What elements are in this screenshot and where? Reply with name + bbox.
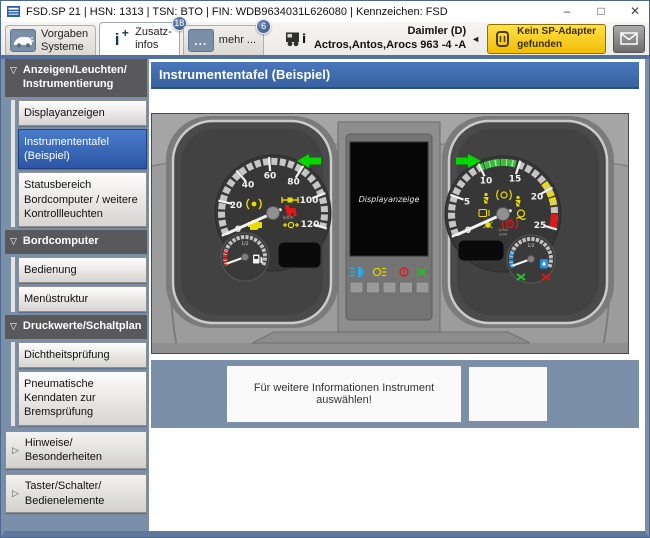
car-icon xyxy=(10,29,36,52)
speedometer-gauge[interactable]: 0 20 40 60 80 100 120 xyxy=(173,121,331,323)
display-label: Displayanzeige xyxy=(359,195,420,204)
tab-label: mehr ... xyxy=(219,34,256,47)
center-display[interactable]: Displayanzeige xyxy=(338,122,440,332)
sidebar-item-menuestruktur[interactable]: Menüstruktur xyxy=(18,286,147,312)
svg-text:1/min: 1/min xyxy=(498,228,508,232)
chevron-collapsed-icon: ▷ xyxy=(12,445,19,456)
sidebar-section-bordcomputer: ▽ Bordcomputer Bedienung Menüstruktur xyxy=(5,230,147,312)
svg-text:60: 60 xyxy=(264,172,277,182)
svg-text:10: 10 xyxy=(480,177,493,187)
minimize-button[interactable]: – xyxy=(553,1,581,22)
svg-text:100: 100 xyxy=(300,196,319,206)
tacho-unit: 1/min x100 xyxy=(498,228,508,237)
truck-info-icon: i xyxy=(285,30,309,47)
odometer-lcd xyxy=(278,242,321,268)
content-area: Instrumententafel (Beispiel) xyxy=(149,59,645,531)
sidebar: ▽ Anzeigen/Leuchten/ Instrumentierung Di… xyxy=(5,59,149,531)
vehicle-text: Daimler (D) Actros,Antos,Arocs 963 -4 -A xyxy=(314,25,466,51)
mail-button[interactable] xyxy=(613,25,645,53)
svg-text:x100: x100 xyxy=(499,233,507,237)
sidebar-section-taster-schalter[interactable]: ▷ Taster/Schalter/ Bedienelemente xyxy=(5,474,147,513)
envelope-icon xyxy=(620,32,638,45)
fuel-half-label: 1/2 xyxy=(241,241,248,247)
section-header-anzeigen[interactable]: ▽ Anzeigen/Leuchten/ Instrumentierung xyxy=(5,59,147,97)
hint-band: Für weitere Informationen Instrument aus… xyxy=(151,360,639,428)
ellipsis-icon: ... xyxy=(188,29,214,52)
sidebar-item-pneumatische-kenndaten[interactable]: Pneumatische Kenndaten zur Bremsprüfung xyxy=(18,371,147,426)
maximize-button[interactable]: □ xyxy=(587,1,615,22)
svg-text:5: 5 xyxy=(464,198,470,208)
sidebar-section-hinweise[interactable]: ▷ Hinweise/ Besonderheiten xyxy=(5,431,147,470)
tacho-red-zone xyxy=(553,214,555,228)
tacho-lcd xyxy=(458,240,504,261)
content-filler xyxy=(151,428,639,531)
fuel-gauge[interactable]: 1/2 xyxy=(221,233,269,281)
section-header-druckwerte[interactable]: ▽ Druckwerte/Schaltplan xyxy=(5,315,147,338)
vehicle-brand: Daimler (D) xyxy=(314,25,466,38)
display-buttons[interactable] xyxy=(350,282,429,293)
svg-text:80: 80 xyxy=(287,178,300,188)
section-header-bordcomputer[interactable]: ▽ Bordcomputer xyxy=(5,230,147,253)
close-button[interactable]: ✕ xyxy=(621,1,649,22)
sidebar-item-bedienung[interactable]: Bedienung xyxy=(18,257,147,283)
instrument-panel-image[interactable]: Displayanzeige xyxy=(151,113,629,354)
chevron-expanded-icon: ▽ xyxy=(10,63,17,77)
adblue-icon xyxy=(540,259,548,269)
svg-text:i: i xyxy=(302,32,306,46)
app-icon xyxy=(7,6,20,17)
chevron-expanded-icon: ▽ xyxy=(10,319,17,333)
speedo-unit: km/h xyxy=(283,215,294,220)
vehicle-selector[interactable]: i Daimler (D) Actros,Antos,Arocs 963 -4 … xyxy=(285,25,480,51)
chevron-expanded-icon: ▽ xyxy=(10,234,17,248)
adblue-half-label: 1/2 xyxy=(527,243,534,249)
svg-text:25: 25 xyxy=(534,221,547,231)
collapse-arrow-icon[interactable]: ◄ xyxy=(471,34,480,44)
svg-text:120: 120 xyxy=(301,220,320,230)
steering-column-cover xyxy=(252,332,530,343)
app-window: FSD.SP 21 | HSN: 1313 | TSN: BTO | FIN: … xyxy=(0,0,650,538)
svg-text:20: 20 xyxy=(531,193,544,203)
window-title: FSD.SP 21 | HSN: 1313 | TSN: BTO | FIN: … xyxy=(26,6,547,18)
svg-text:15: 15 xyxy=(509,175,522,185)
sidebar-section-druckwerte: ▽ Druckwerte/Schaltplan Dichtheitsprüfun… xyxy=(5,315,147,425)
tab-label: Zusatz- infos xyxy=(135,26,172,51)
sidebar-item-statusbereich[interactable]: Statusbereich Bordcomputer / weitere Kon… xyxy=(18,172,147,227)
sidebar-item-dichtheitspruefung[interactable]: Dichtheitsprüfung xyxy=(18,342,147,368)
adapter-plug-icon xyxy=(494,28,512,50)
tab-vorgaben-systeme[interactable]: Vorgaben Systeme xyxy=(5,25,96,55)
tab-zusatzinfos[interactable]: i+ Zusatz- infos 18 xyxy=(99,22,180,55)
info-plus-icon: i+ xyxy=(104,28,130,51)
tachometer-gauge[interactable]: 0 5 10 15 20 25 xyxy=(445,121,607,323)
svg-text:40: 40 xyxy=(242,181,255,191)
adapter-label: Kein SP-Adapter gefunden xyxy=(517,26,596,51)
tab-mehr[interactable]: ... mehr ... 6 xyxy=(183,25,264,55)
titlebar: FSD.SP 21 | HSN: 1313 | TSN: BTO | FIN: … xyxy=(1,1,649,22)
svg-text:20: 20 xyxy=(230,201,243,211)
sidebar-section-anzeigen: ▽ Anzeigen/Leuchten/ Instrumentierung Di… xyxy=(5,59,147,227)
sidebar-item-displayanzeigen[interactable]: Displayanzeigen xyxy=(18,100,147,126)
chevron-collapsed-icon: ▷ xyxy=(12,488,19,499)
toolbar: Vorgaben Systeme i+ Zusatz- infos 18 ...… xyxy=(1,22,649,59)
sp-adapter-button[interactable]: Kein SP-Adapter gefunden xyxy=(487,24,606,54)
main-area: ▽ Anzeigen/Leuchten/ Instrumentierung Di… xyxy=(1,59,649,537)
sidebar-item-instrumententafel[interactable]: Instrumententafel (Beispiel) xyxy=(18,129,147,170)
page-title: Instrumententafel (Beispiel) xyxy=(151,62,639,89)
vehicle-model: Actros,Antos,Arocs 963 -4 -A xyxy=(314,39,466,52)
secondary-info-box xyxy=(469,367,547,421)
hint-message-box: Für weitere Informationen Instrument aus… xyxy=(227,366,461,422)
tab-badge: 6 xyxy=(256,19,271,34)
tab-label: Vorgaben Systeme xyxy=(41,28,88,53)
